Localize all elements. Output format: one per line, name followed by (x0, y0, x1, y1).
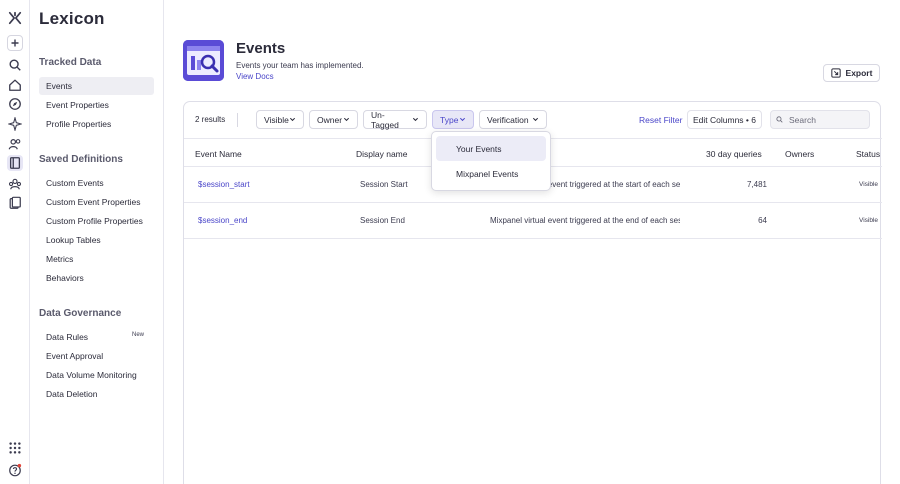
column-header-display-name[interactable]: Display name (356, 149, 408, 159)
filter-verification[interactable]: Verification (479, 110, 547, 129)
type-filter-dropdown: Your Events Mixpanel Events (431, 131, 551, 191)
logo-icon[interactable] (7, 10, 23, 26)
sidebar: Lexicon Tracked Data Events Event Proper… (30, 0, 164, 484)
sidebar-item-custom-event-properties[interactable]: Custom Event Properties (39, 193, 154, 211)
status-badge: Visible (859, 181, 879, 188)
chevron-down-icon (532, 117, 539, 122)
plus-icon[interactable] (7, 35, 23, 51)
filter-label: Verification (487, 114, 529, 125)
filter-label: Un-Tagged (371, 109, 399, 130)
column-header-owners[interactable]: Owners (785, 149, 814, 159)
sidebar-item-behaviors[interactable]: Behaviors (39, 269, 154, 287)
query-count: 7,481 (746, 180, 767, 189)
search-input[interactable] (789, 114, 869, 125)
edit-columns-button[interactable]: Edit Columns • 6 (687, 110, 762, 129)
display-name: Session Start (360, 180, 408, 189)
search-icon[interactable] (7, 57, 23, 73)
section-title-data-governance: Data Governance (39, 308, 122, 319)
main-content: Events Events your team has implemented.… (164, 0, 900, 484)
filter-owner[interactable]: Owner (309, 110, 358, 129)
filter-visible[interactable]: Visible (256, 110, 304, 129)
event-name[interactable]: $session_start (198, 180, 250, 189)
results-count: 2 results (195, 115, 226, 124)
filter-label: Visible (264, 114, 289, 125)
sidebar-item-metrics[interactable]: Metrics (39, 250, 154, 268)
sidebar-item-label: Data Rules (46, 332, 89, 342)
dropdown-option-mixpanel-events[interactable]: Mixpanel Events (436, 161, 546, 186)
sidebar-item-data-rules[interactable]: Data Rules New (39, 328, 154, 346)
sidebar-item-event-properties[interactable]: Event Properties (39, 96, 154, 114)
export-button[interactable]: Export (823, 64, 880, 82)
docs-icon[interactable] (7, 195, 23, 211)
divider (237, 113, 238, 127)
search-box[interactable] (770, 110, 870, 129)
app-root: Lexicon Tracked Data Events Event Proper… (0, 0, 900, 484)
sidebar-item-custom-profile-properties[interactable]: Custom Profile Properties (39, 212, 154, 230)
reset-filter-button[interactable]: Reset Filter (639, 115, 682, 125)
sidebar-item-profile-properties[interactable]: Profile Properties (39, 115, 154, 133)
export-label: Export (845, 68, 873, 78)
chevron-down-icon (413, 117, 419, 122)
icon-rail (0, 0, 30, 484)
app-title: Lexicon (39, 9, 105, 28)
table-row[interactable]: $session_end Session End Mixpanel virtua… (184, 203, 882, 239)
section-title-tracked-data: Tracked Data (39, 57, 102, 68)
discover-icon[interactable] (7, 96, 23, 112)
apps-grid-icon[interactable] (7, 440, 23, 456)
event-description: Mixpanel virtual event triggered at the … (490, 216, 680, 225)
chevron-down-icon (289, 117, 296, 122)
sidebar-item-event-approval[interactable]: Event Approval (39, 347, 154, 365)
display-name: Session End (360, 216, 405, 225)
search-icon (776, 116, 783, 123)
sidebar-item-custom-events[interactable]: Custom Events (39, 174, 154, 192)
export-icon (830, 68, 841, 78)
page-subtitle: Events your team has implemented. (236, 61, 364, 70)
view-docs-link[interactable]: View Docs (236, 72, 274, 81)
event-name[interactable]: $session_end (198, 216, 247, 225)
sidebar-item-lookup-tables[interactable]: Lookup Tables (39, 231, 154, 249)
chevron-down-icon (343, 117, 350, 122)
sparkle-icon[interactable] (7, 116, 23, 132)
new-badge: New (131, 332, 144, 338)
column-header-event-name[interactable]: Event Name (195, 149, 242, 159)
help-icon[interactable] (7, 462, 23, 478)
query-count: 64 (758, 216, 767, 225)
filter-type[interactable]: Type (432, 110, 474, 129)
lexicon-book-icon[interactable] (7, 155, 23, 171)
column-header-status[interactable]: Status (856, 149, 880, 159)
sidebar-item-events[interactable]: Events (39, 77, 154, 95)
sidebar-item-data-volume-monitoring[interactable]: Data Volume Monitoring (39, 366, 154, 384)
column-header-30-day-queries[interactable]: 30 day queries (706, 149, 762, 159)
status-badge: Visible (859, 217, 879, 224)
filter-label: Type (440, 114, 459, 125)
filter-un-tagged[interactable]: Un-Tagged (363, 109, 427, 130)
filter-label: Owner (317, 114, 343, 125)
cohorts-icon[interactable] (7, 176, 23, 192)
home-icon[interactable] (7, 77, 23, 93)
sidebar-item-data-deletion[interactable]: Data Deletion (39, 385, 154, 403)
dropdown-option-your-events[interactable]: Your Events (436, 136, 546, 161)
users-icon[interactable] (7, 136, 23, 152)
section-title-saved-definitions: Saved Definitions (39, 154, 123, 165)
page-title: Events (236, 40, 286, 57)
chevron-down-icon (459, 117, 466, 122)
events-illustration-icon (183, 40, 224, 81)
